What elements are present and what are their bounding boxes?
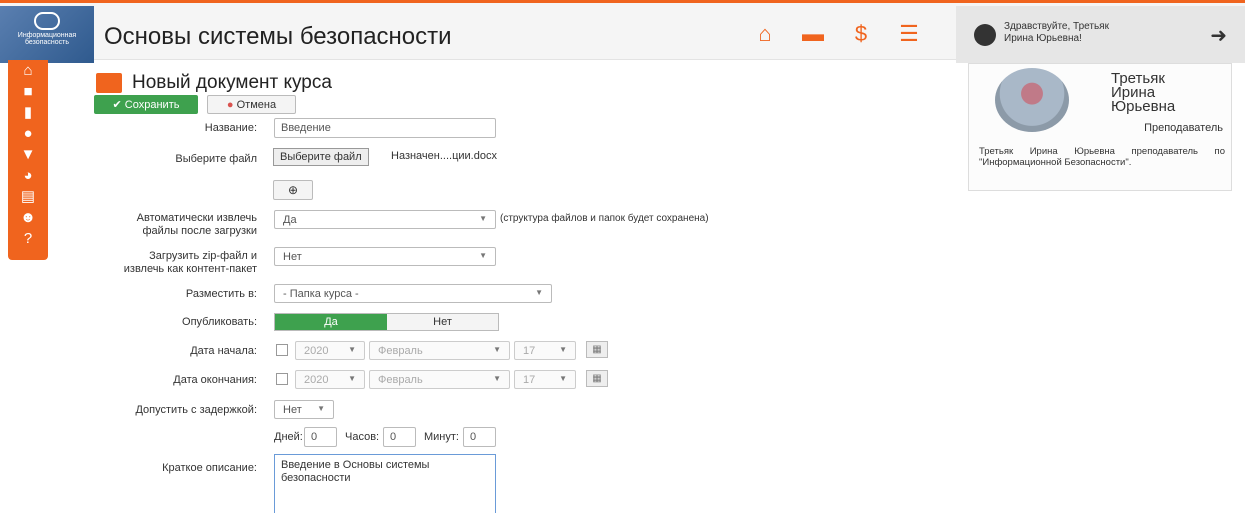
start-date-checkbox[interactable] [276, 344, 288, 356]
hours-input[interactable]: 0 [383, 427, 416, 447]
delay-label: Допустить с задержкой: [135, 404, 257, 416]
publish-yes[interactable]: Да [275, 314, 387, 330]
logo[interactable]: Информационная безопасность [0, 6, 94, 63]
file-name: Назначен....ции.docx [391, 150, 497, 162]
start-day: 17 [523, 345, 536, 357]
app-title: Основы системы безопасности [104, 23, 452, 50]
chevron-down-icon: ▼ [493, 345, 501, 354]
save-button[interactable]: ✔ Сохранить [94, 95, 198, 114]
end-day-select[interactable]: 17 ▼ [514, 370, 576, 389]
user-bar: Здравствуйте, Третьяк Ирина Юрьевна! ➜ [956, 6, 1245, 63]
folder-icon[interactable]: ■ [8, 81, 48, 102]
delay-select[interactable]: Нет ▼ [274, 400, 334, 419]
chevron-down-icon: ▼ [559, 345, 567, 354]
description-textarea[interactable]: Введение в Основы системы безопасности [274, 454, 496, 513]
place-value: - Папка курса - [283, 288, 359, 300]
shield-icon[interactable]: ● [8, 123, 48, 144]
profile-card: Третьяк Ирина Юрьевна Преподаватель Трет… [968, 63, 1232, 191]
hand-money-icon[interactable]: $ [848, 23, 874, 45]
top-bar: Информационная безопасность Основы систе… [0, 0, 1245, 63]
cloud-icon [34, 12, 60, 30]
top-nav: ⌂ ▬ $ ☰ [752, 23, 922, 45]
start-month-select[interactable]: Февраль ▼ [369, 341, 510, 360]
list-icon[interactable]: ☰ [896, 23, 922, 45]
cancel-button[interactable]: ● Отмена [207, 95, 296, 114]
end-month: Февраль [378, 374, 423, 386]
place-select[interactable]: - Папка курса - ▼ [274, 284, 552, 303]
publish-label: Опубликовать: [182, 316, 257, 328]
profile-description: Третьяк Ирина Юрьевна преподаватель по "… [979, 146, 1225, 168]
chart-icon[interactable]: ▮ [8, 102, 48, 123]
minutes-input[interactable]: 0 [463, 427, 496, 447]
logout-icon[interactable]: ➜ [1210, 23, 1227, 48]
chevron-down-icon: ▼ [535, 288, 543, 297]
folder-icon [96, 73, 122, 93]
choose-file-button[interactable]: Выберите файл [273, 148, 369, 166]
zip-value: Нет [283, 251, 302, 263]
graduation-cap-icon[interactable]: ▼ [8, 144, 48, 165]
chevron-down-icon: ▼ [493, 374, 501, 383]
profile-role: Преподаватель [1144, 122, 1223, 134]
chevron-down-icon: ▼ [348, 345, 356, 354]
end-date-checkbox[interactable] [276, 373, 288, 385]
start-month: Февраль [378, 345, 423, 357]
chevron-down-icon: ▼ [317, 404, 325, 413]
end-year: 2020 [304, 374, 329, 386]
extract-value: Да [283, 214, 297, 226]
start-day-select[interactable]: 17 ▼ [514, 341, 576, 360]
end-day: 17 [523, 374, 536, 386]
avatar [995, 68, 1069, 132]
save-label: Сохранить [124, 99, 180, 111]
cancel-label: Отмена [236, 98, 277, 111]
publish-no[interactable]: Нет [387, 314, 498, 330]
end-date-label: Дата окончания: [173, 374, 257, 386]
greeting: Здравствуйте, Третьяк Ирина Юрьевна! [1004, 21, 1109, 44]
days-input[interactable]: 0 [304, 427, 337, 447]
delay-value: Нет [283, 404, 302, 416]
publish-toggle[interactable]: Да Нет [274, 313, 499, 331]
logo-text: Информационная безопасность [17, 32, 77, 46]
zip-label: Загрузить zip-файл и извлечь как контент… [123, 250, 257, 275]
page-title-text: Новый документ курса [132, 72, 332, 93]
end-month-select[interactable]: Февраль ▼ [369, 370, 510, 389]
home-icon[interactable]: ⌂ [8, 60, 48, 81]
calendar-icon[interactable]: ▦ [586, 341, 608, 358]
pie-chart-icon[interactable]: ◕ [8, 165, 48, 186]
home-icon[interactable]: ⌂ [752, 23, 778, 45]
days-label: Дней: [274, 431, 303, 443]
hours-label: Часов: [345, 431, 380, 443]
monitor-icon[interactable]: ▬ [800, 23, 826, 45]
calendar-icon[interactable]: ▦ [586, 370, 608, 387]
add-file-button[interactable]: ⊕ [273, 180, 313, 200]
extract-hint: (структура файлов и папок будет сохранен… [500, 213, 709, 224]
name-label: Название: [204, 122, 257, 134]
inbox-icon[interactable]: ▤ [8, 186, 48, 207]
user-icon [974, 24, 996, 46]
chevron-down-icon: ▼ [348, 374, 356, 383]
chevron-down-icon: ▼ [559, 374, 567, 383]
name-input[interactable]: Введение [274, 118, 496, 138]
start-year-select[interactable]: 2020 ▼ [295, 341, 365, 360]
help-icon[interactable]: ? [8, 228, 48, 249]
chevron-down-icon: ▼ [479, 251, 487, 260]
page-title: Новый документ курса [96, 72, 332, 94]
chevron-down-icon: ▼ [479, 214, 487, 223]
start-year: 2020 [304, 345, 329, 357]
zip-select[interactable]: Нет ▼ [274, 247, 496, 266]
minutes-label: Минут: [424, 431, 459, 443]
users-icon[interactable]: ☻ [8, 207, 48, 228]
cancel-icon: ● [226, 98, 234, 111]
description-label: Краткое описание: [162, 462, 257, 474]
end-year-select[interactable]: 2020 ▼ [295, 370, 365, 389]
start-date-label: Дата начала: [190, 345, 257, 357]
file-label: Выберите файл [175, 153, 257, 165]
extract-select[interactable]: Да ▼ [274, 210, 496, 229]
extract-label: Автоматически извлечь файлы после загруз… [136, 212, 257, 237]
profile-name: Третьяк Ирина Юрьевна [1111, 70, 1176, 115]
sidebar: ⌂ ■ ▮ ● ▼ ◕ ▤ ☻ ? [8, 60, 48, 260]
place-label: Разместить в: [185, 288, 257, 300]
